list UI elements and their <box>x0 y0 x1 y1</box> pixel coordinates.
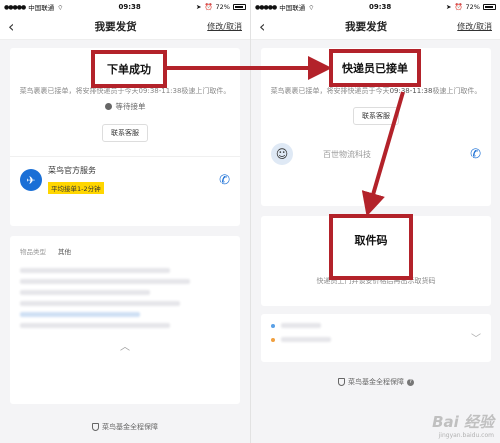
pickup-dot-icon <box>271 323 275 328</box>
info-text-start: 菜鸟裹裹已接单，将安排快递员于今天 <box>270 87 390 95</box>
blurred-line <box>20 290 150 295</box>
goods-summary-card: ﹀ <box>261 314 491 362</box>
wifi-icon: ⌔ <box>57 3 64 12</box>
service-name: 菜鸟官方服务 <box>48 166 96 176</box>
delivery-dot-icon <box>271 337 275 342</box>
blurred-line <box>20 301 180 306</box>
chevron-down-icon[interactable]: ﹀ <box>471 330 481 345</box>
page-title: 我要发货 <box>94 21 137 33</box>
guarantee-label: 菜鸟基金全程保障 <box>348 378 404 386</box>
shield-icon <box>338 378 345 386</box>
battery-icon <box>482 4 496 10</box>
waiting-status: 等待接单 <box>10 101 240 112</box>
service-row: ✈ 菜鸟官方服务 平均接单1-2分钟 ✆ <box>10 156 240 203</box>
guarantee-label: 菜鸟基金全程保障 <box>102 423 158 431</box>
courier-avatar-icon: ☺ <box>271 143 293 166</box>
signal-icon: ●●●●● <box>4 3 26 11</box>
alarm-icon: ⏰ <box>454 3 463 11</box>
goods-type-row: 物品类型 其他 <box>10 236 240 262</box>
annotation-pickup-code: 取件码 <box>329 214 413 280</box>
carrier-label: 中国联通 <box>279 4 306 12</box>
goods-type-value: 其他 <box>58 248 71 256</box>
nav-bar: ‹ 我要发货 修改/取消 <box>0 14 250 40</box>
page-title: 我要发货 <box>345 21 388 33</box>
baidu-watermark: Bai 经验 jingyan.baidu.com <box>432 411 494 439</box>
courier-row: ☺ 百世物流科技 ✆ <box>261 135 491 173</box>
left-phone-screen: ●●●●● 中国联通 ⌔ 09:38 ➤ ⏰ 72% ‹ 我要发货 修改/取消 … <box>0 0 250 443</box>
phone-call-icon[interactable]: ✆ <box>219 173 230 188</box>
modify-cancel-link[interactable]: 修改/取消 <box>457 21 492 32</box>
eta-badge: 平均接单1-2分钟 <box>48 182 104 195</box>
modify-cancel-link[interactable]: 修改/取消 <box>207 21 242 32</box>
guarantee-footer: 菜鸟基金全程保障 <box>0 422 250 432</box>
annotation-order-success: 下单成功 <box>91 50 167 88</box>
goods-info-card: 物品类型 其他 ︿ <box>10 236 240 404</box>
back-icon[interactable]: ‹ <box>8 18 24 35</box>
watermark-url: jingyan.baidu.com <box>438 432 494 439</box>
location-icon: ➤ <box>445 3 452 11</box>
battery-percent: 72% <box>465 3 480 11</box>
battery-percent: 72% <box>215 3 230 11</box>
chevron-up-icon[interactable]: ︿ <box>10 338 240 353</box>
waiting-label: 等待接单 <box>115 102 146 112</box>
status-time: 09:38 <box>369 3 392 11</box>
cainiao-bird-icon: ✈ <box>20 169 42 192</box>
back-icon[interactable]: ‹ <box>259 18 275 35</box>
annotation-courier-accepted: 快递员已接单 <box>329 49 421 87</box>
order-info-text: 菜鸟裹裹已接单，将安排快递员于今天09:38-11:38极速上门取件。 <box>261 86 491 97</box>
location-icon: ➤ <box>195 3 202 11</box>
blurred-line <box>20 312 140 317</box>
guarantee-footer: 菜鸟基金全程保障 ? <box>251 377 500 387</box>
clock-icon <box>104 103 112 111</box>
nav-bar: ‹ 我要发货 修改/取消 <box>251 14 500 40</box>
pickup-time-window: 09:38-11:38 <box>389 87 433 95</box>
contact-service-button[interactable]: 联系客服 <box>102 124 148 143</box>
blurred-line <box>281 337 331 342</box>
blurred-line <box>20 268 170 273</box>
watermark-brand: Bai 经验 <box>432 413 494 431</box>
blurred-line <box>20 279 190 284</box>
phone-call-icon[interactable]: ✆ <box>470 147 481 162</box>
courier-company: 百世物流科技 <box>323 149 371 159</box>
right-phone-screen: ●●●●● 中国联通 ⌔ 09:38 ➤ ⏰ 72% ‹ 我要发货 修改/取消 … <box>250 0 500 443</box>
shield-icon <box>92 423 99 431</box>
info-text-end: 极速上门取件。 <box>432 87 482 95</box>
status-bar: ●●●●● 中国联通 ⌔ 09:38 ➤ ⏰ 72% <box>0 0 250 14</box>
help-icon[interactable]: ? <box>407 378 414 386</box>
alarm-icon: ⏰ <box>204 3 213 11</box>
goods-type-label: 物品类型 <box>20 248 46 256</box>
battery-icon <box>232 4 246 10</box>
contact-service-button[interactable]: 联系客服 <box>353 107 399 126</box>
carrier-label: 中国联通 <box>28 4 55 12</box>
blurred-line <box>20 323 170 328</box>
signal-icon: ●●●●● <box>255 3 277 11</box>
status-bar: ●●●●● 中国联通 ⌔ 09:38 ➤ ⏰ 72% <box>251 0 500 14</box>
wifi-icon: ⌔ <box>308 3 315 12</box>
status-time: 09:38 <box>118 3 141 11</box>
blurred-line <box>281 323 321 328</box>
